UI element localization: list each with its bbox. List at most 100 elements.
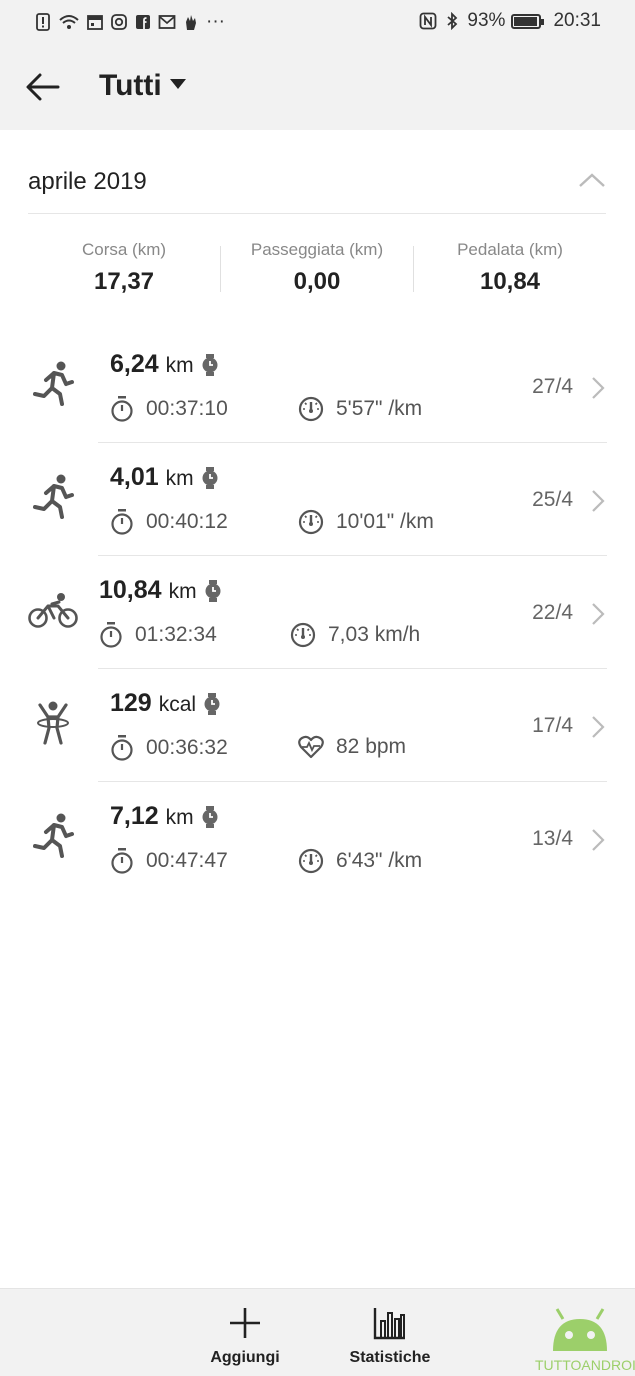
activity-distance: 4,01: [110, 463, 159, 491]
activity-distance: 10,84: [99, 576, 162, 604]
activity-date: 27/4: [532, 375, 573, 398]
watermark-text: TUTTOANDROID: [535, 1357, 635, 1373]
duration-text: 00:36:32: [146, 736, 228, 759]
monthly-summary: Corsa (km) 17,37 Passeggiata (km) 0,00 P…: [28, 240, 606, 300]
nfc-icon: [420, 12, 437, 30]
chevron-right-icon: [592, 490, 605, 512]
status-bar: ··· 93% 20:31: [0, 0, 635, 44]
summary-label: Pedalata (km): [457, 240, 563, 259]
activity-unit: km: [165, 806, 194, 829]
activity-duration: 00:37:10: [110, 396, 228, 422]
metric-text: 10'01" /km: [336, 510, 434, 533]
android-logo-icon: [553, 1308, 607, 1351]
smartwatch-icon: [205, 579, 221, 602]
activity-date: 13/4: [532, 827, 573, 850]
more-notifications-text: ···: [206, 11, 225, 32]
activity-main: 7,12 km: [110, 802, 219, 831]
stopwatch-icon: [111, 509, 133, 535]
chevron-up-icon[interactable]: [578, 170, 606, 190]
stopwatch-icon: [111, 735, 133, 761]
pace-icon: [298, 848, 324, 874]
stopwatch-icon: [111, 848, 133, 874]
activity-row[interactable]: 129 kcal 00:36:32 82 bpm 17/4: [0, 669, 635, 782]
duration-text: 00:40:12: [146, 510, 228, 533]
alert-icon: [36, 13, 50, 31]
activity-main: 129 kcal: [110, 689, 221, 718]
summary-cycling: Pedalata (km) 10,84: [414, 240, 606, 296]
page-title: Tutti: [99, 69, 162, 102]
activity-date: 17/4: [532, 714, 573, 737]
app-bar: Tutti: [0, 44, 635, 130]
add-button-label: Aggiungi: [210, 1349, 280, 1366]
instagram-icon: [111, 14, 127, 30]
metric-text: 82 bpm: [336, 735, 407, 758]
bluetooth-icon: [447, 12, 458, 30]
activity-main: 4,01 km: [110, 463, 219, 492]
activity-row[interactable]: 7,12 km 00:47:47 6'43" /km 13/4: [0, 782, 635, 895]
summary-walking: Passeggiata (km) 0,00: [221, 240, 413, 296]
mail-icon: [158, 15, 176, 29]
duration-text: 01:32:34: [135, 623, 217, 646]
chevron-right-icon: [592, 829, 605, 851]
activity-unit: km: [168, 580, 197, 603]
activity-unit: km: [165, 467, 194, 490]
stopwatch-icon: [111, 396, 133, 422]
activity-metric: 7,03 km/h: [290, 622, 420, 648]
heart-rate-icon: [298, 735, 324, 759]
activity-duration: 00:36:32: [110, 735, 228, 761]
summary-label: Passeggiata (km): [250, 240, 384, 259]
duration-text: 00:37:10: [146, 397, 228, 420]
activity-row[interactable]: 6,24 km 00:37:10 5'57" /km 27/4: [0, 330, 635, 443]
activity-date: 25/4: [532, 488, 573, 511]
status-bar-system: 93% 20:31: [419, 10, 601, 32]
calendar-icon: [87, 15, 103, 30]
chevron-right-icon: [592, 377, 605, 399]
bottom-action-bar: Aggiungi Statistiche TUTTOANDROID: [0, 1288, 635, 1376]
running-icon: [33, 813, 74, 858]
activity-metric: 6'43" /km: [298, 848, 422, 874]
pace-icon: [298, 396, 324, 422]
activity-metric: 5'57" /km: [298, 396, 422, 422]
running-icon: [33, 361, 74, 406]
activity-unit: kcal: [158, 693, 197, 716]
activity-distance: 6,24: [110, 350, 159, 378]
dropdown-caret-icon: [169, 79, 186, 89]
activity-metric: 10'01" /km: [298, 509, 434, 535]
back-arrow-icon[interactable]: [22, 66, 64, 108]
activity-unit: km: [165, 354, 194, 377]
smartwatch-icon: [204, 692, 220, 715]
statistics-button-label: Statistiche: [349, 1349, 431, 1366]
activity-duration: 00:47:47: [110, 848, 228, 874]
activity-row[interactable]: 4,01 km 00:40:12 10'01" /km 25/4: [0, 443, 635, 556]
month-header[interactable]: aprile 2019: [28, 130, 606, 214]
watermark-logo: TUTTOANDROID: [535, 1305, 635, 1375]
plus-icon: [230, 1308, 260, 1338]
activity-main: 6,24 km: [110, 350, 219, 379]
activity-filter-dropdown[interactable]: Tutti: [99, 69, 186, 103]
stopwatch-icon: [100, 622, 122, 648]
summary-label: Corsa (km): [81, 240, 167, 259]
summary-value: 10,84: [479, 268, 541, 295]
statistics-button[interactable]: Statistiche: [335, 1305, 445, 1367]
activity-main: 10,84 km: [99, 576, 222, 605]
summary-running: Corsa (km) 17,37: [28, 240, 220, 296]
cycling-icon: [28, 593, 78, 628]
month-title: aprile 2019: [28, 168, 147, 195]
wifi-icon: [59, 15, 79, 29]
activity-list-card: aprile 2019 Corsa (km) 17,37 Passeggiata…: [0, 130, 635, 1288]
metric-text: 6'43" /km: [336, 849, 423, 872]
activity-duration: 01:32:34: [99, 622, 217, 648]
status-bar-notifications: ···: [34, 11, 225, 33]
metric-text: 7,03 km/h: [328, 623, 421, 646]
pace-icon: [298, 509, 324, 535]
facebook-icon: [136, 15, 150, 29]
summary-value: 17,37: [93, 268, 155, 295]
chevron-right-icon: [592, 603, 605, 625]
duration-text: 00:47:47: [146, 849, 228, 872]
activity-distance: 7,12: [110, 802, 159, 830]
smartwatch-icon: [202, 805, 218, 828]
add-button[interactable]: Aggiungi: [190, 1305, 300, 1367]
metric-text: 5'57" /km: [336, 397, 423, 420]
activity-row[interactable]: 10,84 km 01:32:34 7,03 km/h 22/4: [0, 556, 635, 669]
running-icon: [33, 474, 74, 519]
